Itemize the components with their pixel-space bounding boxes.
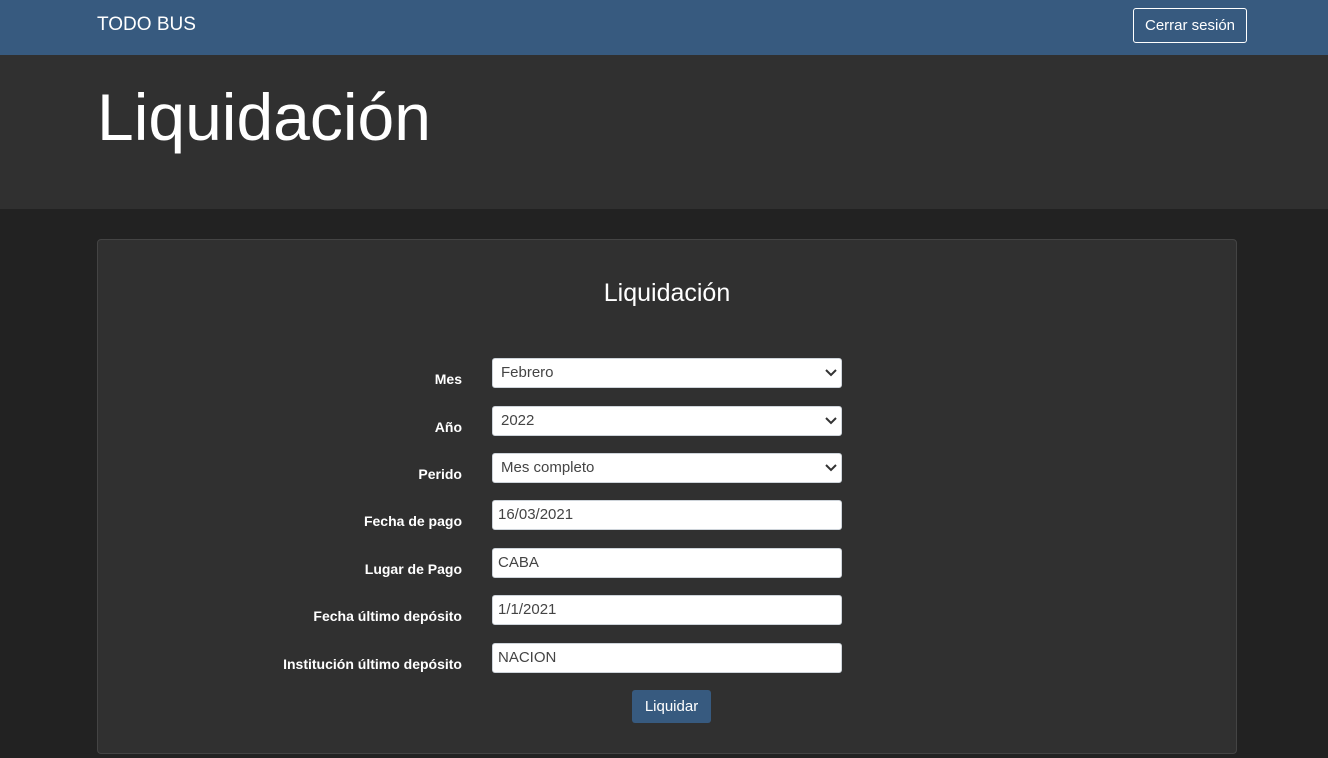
- fecha-ultimo-deposito-label: Fecha último depósito: [313, 608, 462, 624]
- lugar-pago-label: Lugar de Pago: [364, 561, 462, 577]
- periodo-select-value: Mes completo: [501, 459, 595, 476]
- mes-select[interactable]: Febrero: [492, 358, 842, 388]
- chevron-down-icon: [825, 369, 837, 377]
- navbar: TODO BUS Cerrar sesión: [0, 0, 1328, 55]
- fecha-pago-input[interactable]: 16/03/2021: [492, 500, 842, 530]
- periodo-label: Perido: [418, 466, 462, 482]
- page-title: Liquidación: [97, 80, 431, 154]
- anio-select-value: 2022: [501, 412, 535, 429]
- liquidacion-card: Liquidación Mes Febrero Año 2022 Perido …: [97, 239, 1237, 754]
- fecha-pago-label: Fecha de pago: [363, 513, 462, 529]
- periodo-select[interactable]: Mes completo: [492, 453, 842, 483]
- form-row-anio: Año 2022: [98, 406, 1236, 436]
- card-title: Liquidación: [603, 279, 731, 307]
- form-row-mes: Mes Febrero: [98, 358, 1236, 388]
- lugar-pago-input[interactable]: CABA: [492, 548, 842, 578]
- fecha-ultimo-deposito-input[interactable]: 1/1/2021: [492, 595, 842, 625]
- page-header: Liquidación: [0, 55, 1328, 209]
- chevron-down-icon: [825, 464, 837, 472]
- liquidar-button[interactable]: Liquidar: [632, 690, 711, 723]
- institucion-ultimo-deposito-input[interactable]: NACION: [492, 643, 842, 673]
- mes-label: Mes: [434, 371, 462, 387]
- anio-label: Año: [434, 419, 462, 435]
- logout-button[interactable]: Cerrar sesión: [1133, 8, 1247, 43]
- anio-select[interactable]: 2022: [492, 406, 842, 436]
- form-row-lugar-pago: Lugar de Pago CABA: [98, 548, 1236, 578]
- mes-select-value: Febrero: [501, 364, 554, 381]
- brand-link[interactable]: TODO BUS: [97, 14, 196, 36]
- institucion-ultimo-deposito-label: Institución último depósito: [283, 656, 462, 672]
- form-row-periodo: Perido Mes completo: [98, 453, 1236, 483]
- form-row-fecha-ultimo-deposito: Fecha último depósito 1/1/2021: [98, 595, 1236, 625]
- form-row-fecha-pago: Fecha de pago 16/03/2021: [98, 500, 1236, 530]
- chevron-down-icon: [825, 417, 837, 425]
- form-row-institucion-ultimo-deposito: Institución último depósito NACION: [98, 643, 1236, 673]
